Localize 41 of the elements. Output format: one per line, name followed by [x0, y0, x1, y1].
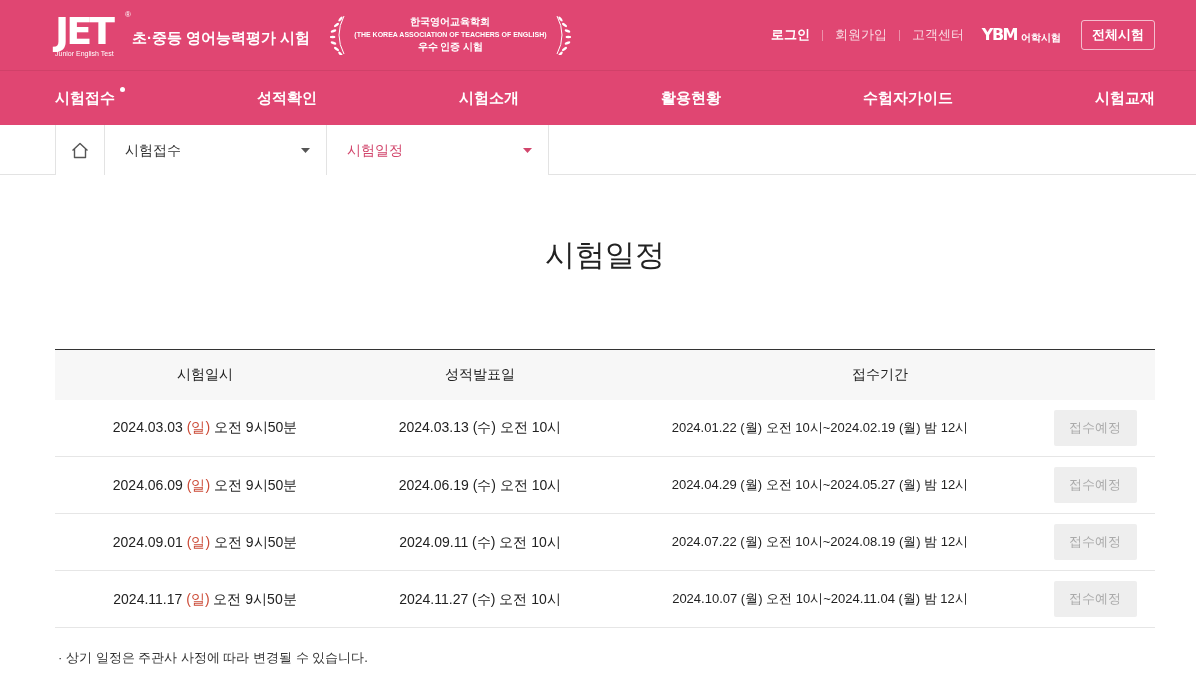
site-title: 초·중등 영어능력평가 시험: [132, 27, 311, 48]
nav-link[interactable]: 성적확인: [257, 86, 317, 110]
nav-link[interactable]: 시험교재: [1095, 86, 1155, 110]
table-cell: 2024.11.17 (일) 오전 9시50분: [55, 570, 355, 628]
column-header: 성적발표일: [355, 349, 605, 400]
table-cell: 2024.10.07 (월) 오전 10시~2024.11.04 (월) 밤 12시: [605, 570, 1035, 628]
nav-link[interactable]: 시험접수: [55, 86, 115, 110]
all-exams-button[interactable]: 전체시험: [1081, 20, 1155, 50]
table-cell: 2024.06.09 (일) 오전 9시50분: [55, 456, 355, 514]
table-cell: 2024.11.27 (수) 오전 10시: [355, 570, 605, 628]
home-icon: [71, 141, 89, 159]
caret-icon: [523, 147, 532, 153]
column-header: 시험일시: [55, 349, 355, 400]
breadcrumb-dropdown[interactable]: 시험접수: [105, 125, 327, 175]
page-title: 시험일정: [544, 237, 666, 273]
laurel-icon: [554, 15, 571, 55]
laurel-icon: [330, 15, 347, 55]
caret-icon: [301, 147, 310, 153]
table-cell: 2024.04.29 (월) 오전 10시~2024.05.27 (월) 밤 12시: [605, 456, 1035, 514]
certification-award: 우수 인증 시험: [417, 41, 484, 54]
header-link[interactable]: 로그인: [770, 25, 810, 45]
header-link[interactable]: 회원가입: [834, 25, 887, 45]
header-link[interactable]: 고객센터: [911, 25, 964, 45]
column-header: 접수기간: [605, 349, 1155, 400]
table-cell: 2024.07.22 (월) 오전 10시~2024.08.19 (월) 밤 12시: [605, 513, 1035, 571]
notice-text: · 상기 일정은 주관사 사정에 따라 변경될 수 있습니다.: [58, 649, 369, 667]
home-button[interactable]: [55, 125, 105, 175]
breadcrumb-dropdown[interactable]: 시험일정: [327, 125, 549, 175]
nav-link[interactable]: 활용현황: [661, 86, 721, 110]
table-cell: 2024.01.22 (월) 오전 10시~2024.02.19 (월) 밤 12시: [605, 399, 1035, 457]
partner-logo-caption: 어학시험: [1021, 33, 1061, 43]
table-cell: 2024.09.11 (수) 오전 10시: [355, 513, 605, 571]
nav-link[interactable]: 시험소개: [459, 86, 519, 110]
partner-logo[interactable]: YBM: [981, 27, 1017, 43]
registered-mark: ®: [125, 10, 131, 19]
table-cell: 2024.06.19 (수) 오전 10시: [355, 456, 605, 514]
nav-link[interactable]: 수험자가이드: [863, 86, 953, 110]
certification-name: 한국영어교육학회: [410, 16, 491, 29]
table-cell: 2024.03.13 (수) 오전 10시: [355, 399, 605, 457]
table-cell: 2024.09.01 (일) 오전 9시50분: [55, 513, 355, 571]
table-cell: 2024.03.03 (일) 오전 9시50분: [55, 399, 355, 457]
